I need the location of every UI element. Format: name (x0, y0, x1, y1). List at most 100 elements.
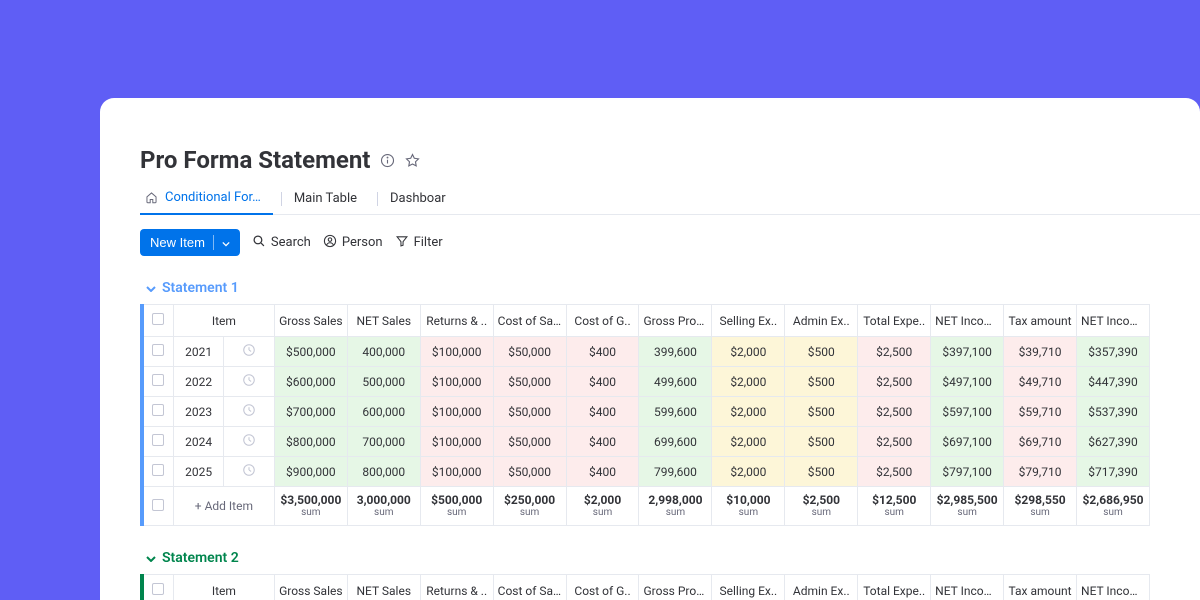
data-cell[interactable]: $50,000 (493, 427, 566, 457)
data-cell[interactable]: $2,500 (858, 397, 931, 427)
filter-button[interactable]: Filter (395, 234, 443, 252)
row-checkbox[interactable] (142, 337, 173, 367)
data-cell[interactable]: $397,100 (931, 337, 1004, 367)
data-cell[interactable]: $600,000 (274, 367, 347, 397)
chat-icon[interactable] (224, 397, 274, 427)
chat-icon[interactable] (224, 427, 274, 457)
person-button[interactable]: Person (323, 234, 383, 252)
chat-icon[interactable] (224, 337, 274, 367)
col-header[interactable]: Total Expe.. (858, 305, 931, 337)
col-header[interactable]: NET Incom.. (931, 305, 1004, 337)
data-cell[interactable]: 499,600 (639, 367, 712, 397)
col-header[interactable]: Tax amount (1004, 305, 1077, 337)
info-icon[interactable] (380, 153, 395, 168)
new-item-button[interactable]: New Item (140, 229, 240, 256)
data-cell[interactable]: $59,710 (1004, 397, 1077, 427)
add-item-cell[interactable]: + Add Item (173, 487, 274, 526)
data-cell[interactable]: $797,100 (931, 457, 1004, 487)
data-cell[interactable]: $50,000 (493, 337, 566, 367)
col-header[interactable]: NET Income (po.. (1077, 305, 1150, 337)
data-cell[interactable]: $2,000 (712, 337, 785, 367)
table-row[interactable]: 2024$800,000700,000$100,000$50,000$40069… (142, 427, 1150, 457)
col-header[interactable]: NET Sales (347, 575, 420, 600)
checkbox-header[interactable] (142, 575, 173, 600)
data-cell[interactable]: $717,390 (1077, 457, 1150, 487)
col-header[interactable]: Cost of G.. (566, 575, 639, 600)
data-cell[interactable]: $2,500 (858, 337, 931, 367)
col-header[interactable]: Returns & .. (420, 575, 493, 600)
tab-conditional[interactable]: Conditional For… (140, 184, 273, 215)
search-button[interactable]: Search (252, 234, 311, 252)
data-cell[interactable]: $627,390 (1077, 427, 1150, 457)
data-cell[interactable]: $2,500 (858, 427, 931, 457)
col-header[interactable]: Returns & .. (420, 305, 493, 337)
data-cell[interactable]: $39,710 (1004, 337, 1077, 367)
data-cell[interactable]: 799,600 (639, 457, 712, 487)
col-header[interactable]: Gross Profit .. (639, 575, 712, 600)
tab-dashboard[interactable]: Dashboar (386, 185, 458, 214)
col-header[interactable]: Gross Profit .. (639, 305, 712, 337)
table-row[interactable]: 2023$700,000600,000$100,000$50,000$40059… (142, 397, 1150, 427)
row-checkbox[interactable] (142, 457, 173, 487)
data-cell[interactable]: $447,390 (1077, 367, 1150, 397)
data-cell[interactable]: $697,100 (931, 427, 1004, 457)
group-header[interactable]: Statement 1 (140, 280, 1200, 296)
data-cell[interactable]: $400 (566, 397, 639, 427)
row-checkbox[interactable] (142, 397, 173, 427)
data-cell[interactable]: 400,000 (347, 337, 420, 367)
col-header[interactable]: Cost of Sal.. (493, 305, 566, 337)
data-cell[interactable]: $500 (785, 427, 858, 457)
data-cell[interactable]: $537,390 (1077, 397, 1150, 427)
col-header[interactable]: Gross Sales (274, 575, 347, 600)
table-row[interactable]: 2021 $500,000400,000$100,000$50,000$40039… (142, 337, 1150, 367)
data-cell[interactable]: 700,000 (347, 427, 420, 457)
data-cell[interactable]: $2,000 (712, 457, 785, 487)
col-header[interactable]: Tax amount (1004, 575, 1077, 600)
data-cell[interactable]: $100,000 (420, 337, 493, 367)
data-cell[interactable]: $500 (785, 337, 858, 367)
chevron-down-icon[interactable] (213, 235, 230, 250)
item-cell[interactable]: 2023 (173, 397, 223, 427)
data-cell[interactable]: $79,710 (1004, 457, 1077, 487)
col-header[interactable]: Admin Ex.. (785, 305, 858, 337)
table-row[interactable]: 2025$900,000800,000$100,000$50,000$40079… (142, 457, 1150, 487)
data-cell[interactable]: 600,000 (347, 397, 420, 427)
data-cell[interactable]: $500 (785, 457, 858, 487)
col-header[interactable]: NET Incom.. (931, 575, 1004, 600)
data-cell[interactable]: $2,000 (712, 397, 785, 427)
col-header[interactable]: Cost of G.. (566, 305, 639, 337)
data-cell[interactable]: $2,000 (712, 427, 785, 457)
chat-icon[interactable] (224, 367, 274, 397)
data-cell[interactable]: $900,000 (274, 457, 347, 487)
data-cell[interactable]: $49,710 (1004, 367, 1077, 397)
data-cell[interactable]: $100,000 (420, 427, 493, 457)
col-header[interactable]: Total Expe.. (858, 575, 931, 600)
col-header[interactable]: Admin Ex.. (785, 575, 858, 600)
item-cell[interactable]: 2022 (173, 367, 223, 397)
data-cell[interactable]: $2,500 (858, 457, 931, 487)
item-cell[interactable]: 2021 (173, 337, 223, 367)
data-cell[interactable]: $2,500 (858, 367, 931, 397)
row-checkbox[interactable] (142, 367, 173, 397)
data-cell[interactable]: 800,000 (347, 457, 420, 487)
data-cell[interactable]: $500 (785, 367, 858, 397)
data-cell[interactable]: $2,000 (712, 367, 785, 397)
data-cell[interactable]: $500,000 (274, 337, 347, 367)
data-cell[interactable]: $400 (566, 337, 639, 367)
data-cell[interactable]: $50,000 (493, 367, 566, 397)
data-cell[interactable]: $100,000 (420, 397, 493, 427)
col-header[interactable]: Gross Sales (274, 305, 347, 337)
data-cell[interactable]: $69,710 (1004, 427, 1077, 457)
data-cell[interactable]: 399,600 (639, 337, 712, 367)
row-checkbox[interactable] (142, 427, 173, 457)
table-row[interactable]: 2022$600,000500,000$100,000$50,000$40049… (142, 367, 1150, 397)
chat-icon[interactable] (224, 457, 274, 487)
data-cell[interactable]: $500 (785, 397, 858, 427)
col-header[interactable]: Selling Ex.. (712, 575, 785, 600)
data-cell[interactable]: $50,000 (493, 397, 566, 427)
col-header[interactable]: Cost of Sal.. (493, 575, 566, 600)
data-cell[interactable]: $700,000 (274, 397, 347, 427)
data-cell[interactable]: $400 (566, 427, 639, 457)
data-cell[interactable]: $800,000 (274, 427, 347, 457)
add-item-row[interactable]: + Add Item$3,500,000sum3,000,000sum$500,… (142, 487, 1150, 526)
